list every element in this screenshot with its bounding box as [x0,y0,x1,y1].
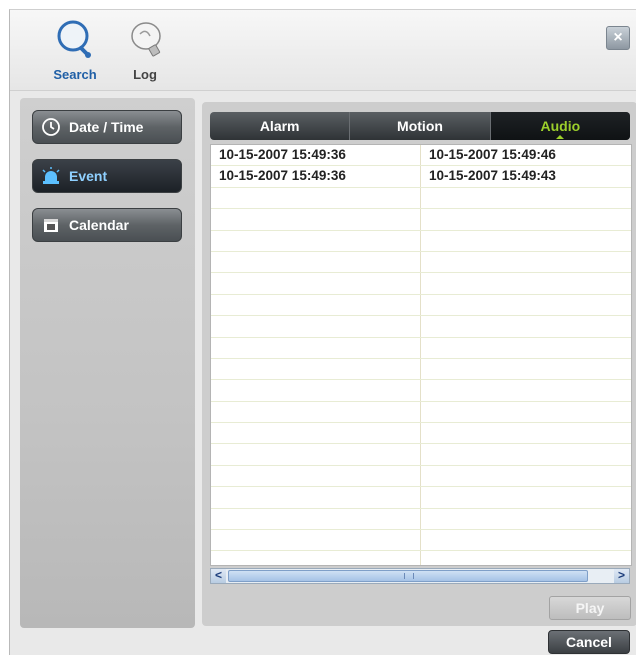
search-icon [57,20,91,58]
event-type-tabs: Alarm Motion Audio [210,112,630,140]
event-list[interactable]: 10-15-2007 15:49:36 10-15-2007 15:49:46 … [210,144,632,566]
table-row-empty [211,423,631,445]
table-row-empty [211,273,631,295]
table-row-empty [211,465,631,488]
siren-icon [42,167,60,184]
table-row-empty [211,444,631,466]
sidebar-item-label: Event [69,168,108,184]
sidebar-item-event[interactable]: Event [32,159,182,193]
table-row-empty [211,380,631,402]
table-row-empty [211,508,631,531]
tab-motion[interactable]: Motion [350,112,491,140]
table-row-empty [211,230,631,252]
event-start-time: 10-15-2007 15:49:36 [211,166,421,187]
scroll-left-arrow-icon[interactable]: < [211,569,226,583]
event-end-time: 10-15-2007 15:49:46 [429,147,556,162]
sidebar-item-calendar[interactable]: Calendar [32,208,182,242]
search-tool-button[interactable]: Search [40,18,110,82]
toolbar: Search Log × [10,10,636,91]
event-end-time: 10-15-2007 15:49:43 [429,168,556,184]
sidebar-item-date-time[interactable]: Date / Time [32,110,182,144]
table-row-empty [211,358,631,381]
sidebar-item-label: Date / Time [69,119,144,135]
table-row-empty [211,187,631,210]
calendar-icon [44,219,58,232]
table-row-empty [211,551,631,565]
table-row-empty [211,337,631,359]
close-button[interactable]: × [606,26,630,50]
search-dialog: Search Log × Date / Time Event Calendar … [9,9,636,655]
play-button[interactable]: Play [549,596,631,620]
event-start-time: 10-15-2007 15:49:36 [211,145,421,166]
cancel-button[interactable]: Cancel [548,630,630,654]
table-row[interactable]: 10-15-2007 15:49:36 10-15-2007 15:49:43 [211,166,631,188]
table-row[interactable]: 10-15-2007 15:49:36 10-15-2007 15:49:46 [211,145,631,167]
sidebar: Date / Time Event Calendar [20,98,195,628]
table-row-empty [211,294,631,317]
log-tool-label: Log [133,67,157,82]
clock-icon [42,118,60,136]
log-tool-button[interactable]: Log [110,18,180,82]
grip-icon [404,573,414,579]
scroll-right-arrow-icon[interactable]: > [614,569,629,583]
table-row-empty [211,251,631,274]
tab-alarm[interactable]: Alarm [210,112,351,140]
table-row-empty [211,316,631,338]
horizontal-scrollbar[interactable]: < > [210,568,630,584]
table-row-empty [211,401,631,424]
event-panel: Alarm Motion Audio 10-15-2007 15:49:36 1… [202,102,636,626]
table-row-empty [211,209,631,231]
scroll-thumb[interactable] [228,570,588,582]
lightbulb-icon [131,22,161,57]
search-tool-label: Search [53,67,97,82]
table-row-empty [211,487,631,509]
table-row-empty [211,530,631,552]
tab-audio[interactable]: Audio [490,112,630,140]
sidebar-item-label: Calendar [69,217,129,233]
